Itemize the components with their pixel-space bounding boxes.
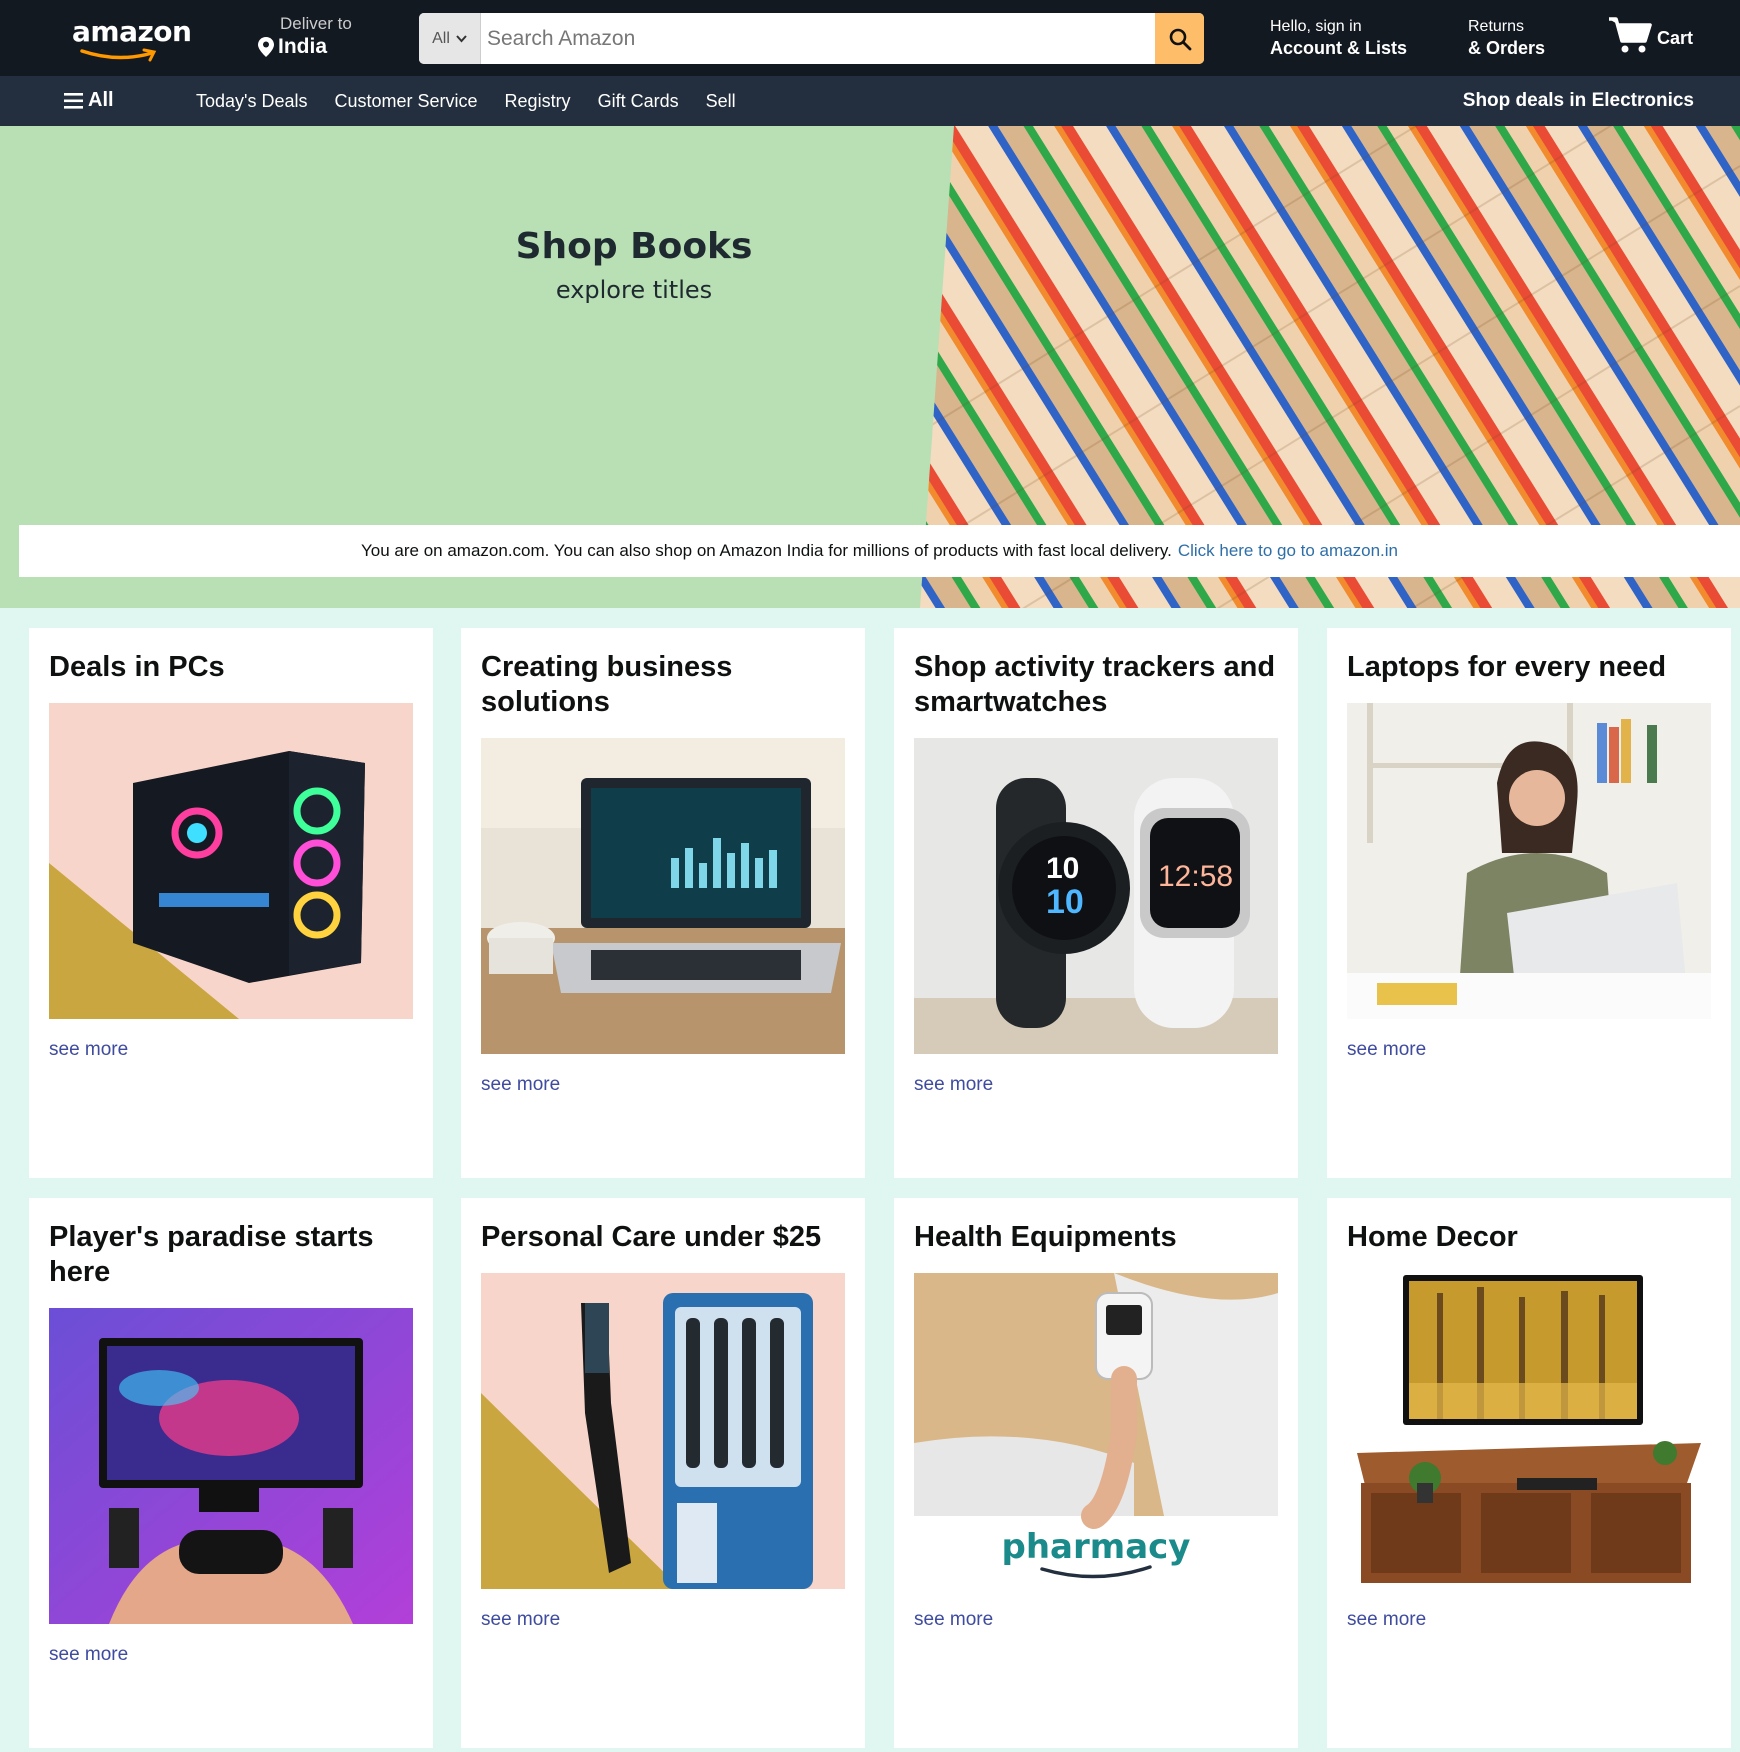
account-greeting: Hello, sign in — [1270, 18, 1362, 35]
card-title: Personal Care under $25 — [481, 1221, 822, 1253]
see-more-link[interactable]: see more — [49, 1039, 413, 1061]
glucose-meter-image[interactable]: pharmacy — [914, 1273, 1278, 1589]
nav-link-todays-deals[interactable]: Today's Deals — [196, 91, 308, 112]
search-category-label: All — [432, 29, 450, 47]
card-title: Shop activity trackers and smartwatches — [914, 651, 1276, 718]
toothbrush-image[interactable] — [481, 1273, 845, 1589]
see-more-link[interactable]: see more — [1347, 1039, 1711, 1061]
electronics-deals-link[interactable]: Shop deals in Electronics — [1463, 90, 1694, 112]
see-more-link[interactable]: see more — [481, 1609, 845, 1631]
returns-orders[interactable]: Returns & Orders — [1468, 18, 1545, 59]
see-more-link[interactable]: see more — [49, 1644, 413, 1666]
all-menu-button[interactable]: All — [64, 89, 114, 112]
see-more-link[interactable]: see more — [914, 1074, 1278, 1096]
nav-link-customer-service[interactable]: Customer Service — [335, 91, 478, 112]
card-health-equipments: Health Equipments pharmacy see more — [894, 1198, 1298, 1748]
returns-label: Returns — [1468, 18, 1525, 35]
deliver-to[interactable]: Deliver to India — [258, 14, 352, 59]
search-button[interactable] — [1155, 13, 1204, 64]
amazon-logo[interactable]: amazon — [72, 15, 192, 62]
cart-label: Cart — [1657, 28, 1694, 48]
card-players-paradise: Player's paradise starts here see more — [29, 1198, 433, 1748]
go-to-amazon-in-link[interactable]: Click here to go to amazon.in — [1178, 541, 1398, 561]
locale-notice-text: You are on amazon.com. You can also shop… — [361, 541, 1172, 560]
tv-stand-image[interactable] — [1347, 1273, 1711, 1589]
nav-link-sell[interactable]: Sell — [706, 91, 736, 112]
see-more-link[interactable]: see more — [481, 1074, 845, 1096]
pharmacy-logo-text: pharmacy — [1002, 1527, 1191, 1567]
cart-button[interactable]: Cart — [1607, 15, 1693, 55]
deliver-location: India — [278, 35, 328, 58]
chevron-down-icon — [456, 34, 467, 42]
search-category-select[interactable]: All — [419, 13, 481, 64]
gaming-pc-image[interactable] — [49, 703, 413, 1019]
card-title: Health Equipments — [914, 1221, 1177, 1253]
card-title: Laptops for every need — [1347, 651, 1667, 683]
card-title: Creating business solutions — [481, 651, 733, 718]
watch-time-2: 10 — [1046, 883, 1084, 921]
account-lists[interactable]: Hello, sign in Account & Lists — [1270, 18, 1407, 59]
hero-title: Shop Books — [515, 226, 753, 267]
deliver-label: Deliver to — [280, 14, 352, 33]
card-personal-care: Personal Care under $25 see more — [461, 1198, 865, 1748]
nav-link-gift-cards[interactable]: Gift Cards — [598, 91, 679, 112]
search-bar: All — [419, 13, 1204, 64]
card-creating-business-solutions: Creating business solutions see more — [461, 628, 865, 1178]
watch-time-1: 10 — [1046, 852, 1079, 885]
logo-text: amazon — [72, 15, 192, 48]
card-deals-in-pcs: Deals in PCs see more — [29, 628, 433, 1178]
card-title: Player's paradise starts here — [49, 1221, 374, 1288]
cart-icon — [1609, 17, 1652, 53]
locale-notice: You are on amazon.com. You can also shop… — [19, 525, 1740, 577]
nav-link-registry[interactable]: Registry — [505, 91, 571, 112]
card-laptops: Laptops for every need see more — [1327, 628, 1731, 1178]
all-menu-label: All — [88, 89, 114, 111]
search-input[interactable] — [481, 13, 1155, 64]
gaming-setup-image[interactable] — [49, 1308, 413, 1624]
laptop-woman-image[interactable] — [1347, 703, 1711, 1019]
see-more-link[interactable]: see more — [914, 1609, 1278, 1631]
hero-subtitle: explore titles — [555, 276, 713, 304]
smartwatches-image[interactable]: 10 10 12:58 — [914, 738, 1278, 1054]
business-laptop-image[interactable] — [481, 738, 845, 1054]
account-label: Account & Lists — [1270, 38, 1408, 58]
see-more-link[interactable]: see more — [1347, 1609, 1711, 1631]
secondary-navbar: All Today's Deals Customer Service Regis… — [0, 76, 1740, 126]
smile-arrow-icon — [80, 48, 157, 62]
search-icon — [1169, 28, 1191, 50]
card-title: Deals in PCs — [49, 651, 225, 683]
location-pin-icon — [258, 37, 274, 57]
card-activity-trackers: Shop activity trackers and smartwatches … — [894, 628, 1298, 1178]
orders-label: & Orders — [1468, 38, 1546, 58]
card-title: Home Decor — [1347, 1221, 1518, 1253]
top-navbar: amazon Deliver to India All H — [0, 0, 1740, 76]
hamburger-menu-icon — [64, 92, 83, 109]
card-home-decor: Home Decor see more — [1327, 1198, 1731, 1748]
watch-time-3: 12:58 — [1158, 860, 1233, 893]
